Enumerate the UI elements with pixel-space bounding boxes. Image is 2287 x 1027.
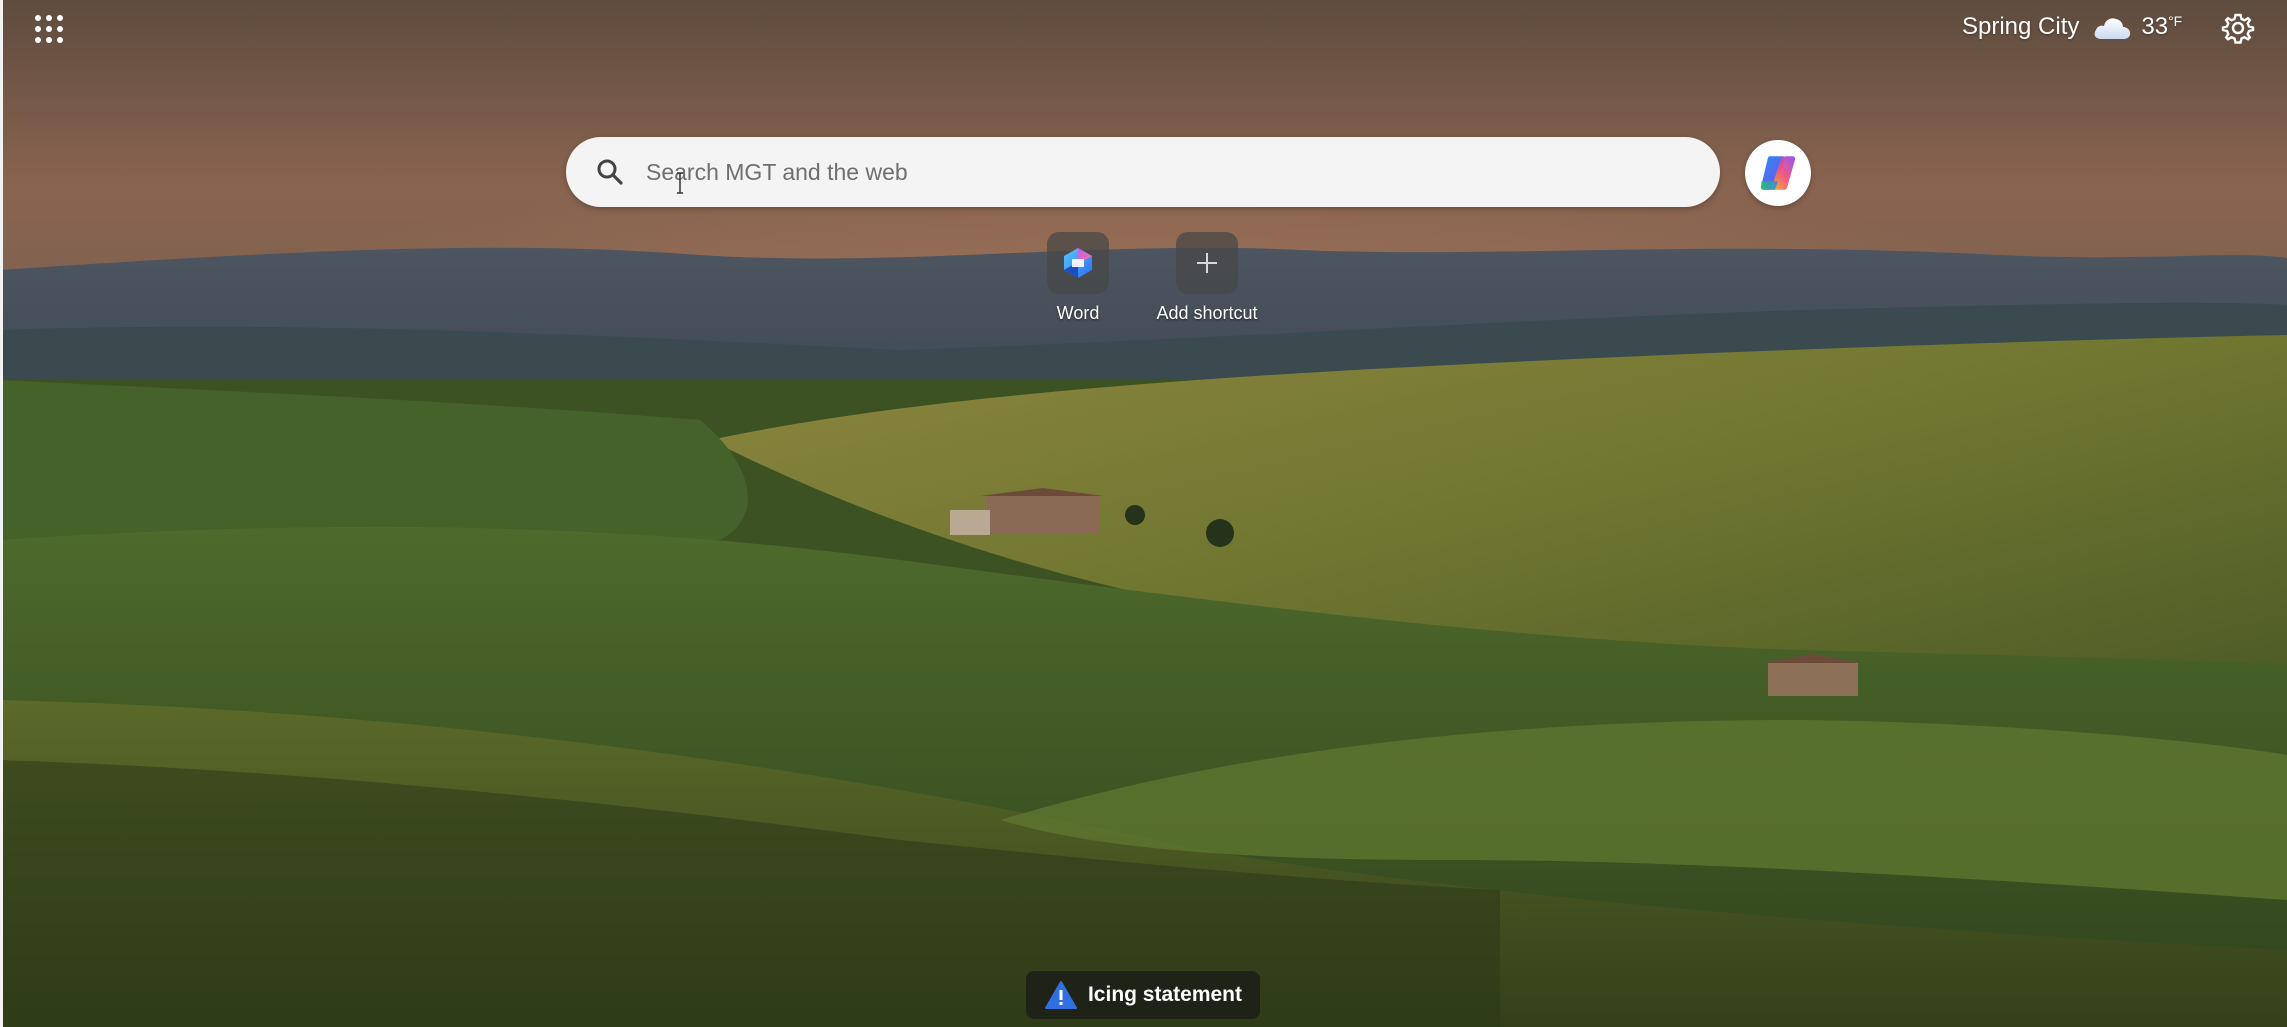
copilot-button[interactable] (1745, 140, 1811, 206)
shortcut-label: Word (1056, 303, 1100, 323)
settings-button[interactable] (2220, 10, 2256, 46)
word-app-icon (1064, 248, 1092, 278)
weather-city: Spring City (1962, 13, 2080, 40)
search-icon (597, 159, 623, 185)
search-bar[interactable] (566, 137, 1720, 207)
warning-icon (1044, 981, 1077, 1009)
notice-label: Icing statement (1087, 983, 1243, 1006)
shortcut-word[interactable]: Word (1003, 232, 1153, 324)
shortcut-tile (1176, 232, 1238, 294)
shortcut-label: Add shortcut (1156, 303, 1258, 323)
window-left-border (0, 0, 3, 1027)
icing-statement-button[interactable]: Icing statement (1026, 971, 1260, 1019)
weather-temperature: 33 (2141, 13, 2169, 40)
shortcut-tile (1047, 232, 1109, 294)
weather-widget[interactable]: Spring City 33 °F (1962, 10, 2182, 44)
search-input[interactable] (644, 157, 1648, 187)
cloud-icon (2094, 18, 2131, 39)
copilot-icon (1760, 156, 1796, 190)
gear-icon (2221, 13, 2255, 44)
weather-unit: °F (2168, 13, 2183, 29)
plus-icon (1197, 253, 1217, 273)
apps-launcher-button[interactable] (32, 12, 66, 46)
add-shortcut-button[interactable]: Add shortcut (1132, 232, 1282, 324)
text-cursor-icon (677, 172, 683, 194)
